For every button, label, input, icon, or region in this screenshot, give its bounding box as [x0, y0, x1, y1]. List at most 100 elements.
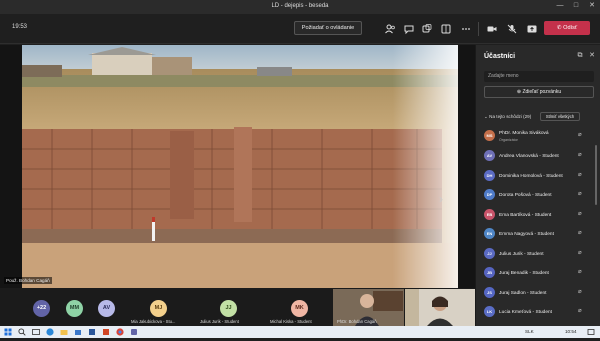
- leave-button[interactable]: ✆ Odísť: [544, 21, 590, 35]
- store-icon[interactable]: [73, 327, 83, 337]
- window-titlebar: LD - dejepis - beseda — □ ✕: [0, 0, 600, 14]
- shared-content-stage: › Použ. Bohdan Cagáň: [0, 45, 475, 288]
- avatar: DP: [484, 189, 495, 200]
- mic-off-icon[interactable]: ⌀: [578, 268, 582, 275]
- participant-name: Juraj Benadik - Student: [499, 271, 549, 276]
- avatar: DH: [484, 170, 495, 181]
- avatar[interactable]: MM: [66, 300, 83, 317]
- windows-start-icon[interactable]: [3, 327, 13, 337]
- share-invite-button[interactable]: ⊕ Zdieľať pozvánku: [484, 86, 594, 98]
- close-icon[interactable]: ✕: [588, 52, 596, 60]
- participant-role: Organizátor: [499, 138, 518, 142]
- system-clock[interactable]: 10:54: [565, 329, 577, 334]
- next-slide-arrow[interactable]: ›: [436, 191, 446, 207]
- mic-off-icon[interactable]: ⌀: [578, 307, 582, 314]
- avatar: JB: [484, 267, 495, 278]
- tile-name: PhDr. Bohdan Cagáň: [337, 319, 377, 324]
- powerpoint-icon[interactable]: [101, 327, 111, 337]
- list-item[interactable]: EN Emma Nagyová - Student ⌀: [476, 225, 594, 244]
- participant-name: Dorota Pošová - Student: [499, 193, 552, 198]
- list-item[interactable]: JS Juraj Sadlon - Student ⌀: [476, 284, 594, 303]
- participant-name: Julius Jurik - Student: [499, 252, 544, 257]
- list-item[interactable]: JJ Julius Jurik - Student ⌀: [476, 245, 594, 264]
- more-icon[interactable]: [460, 23, 472, 35]
- task-view-icon[interactable]: [31, 327, 41, 337]
- participant-name: Andrea Vlanovská - Student: [499, 154, 559, 159]
- tile-name: Michal Kiska - Student: [270, 319, 312, 324]
- file-explorer-icon[interactable]: [59, 327, 69, 337]
- overflow-count-badge[interactable]: +22: [33, 300, 50, 317]
- request-control-button[interactable]: Požiadať o ovládanie: [294, 21, 362, 35]
- presenter-video-tile[interactable]: PhDr. Bohdan Cagáň: [333, 289, 404, 326]
- participant-name: Dominika Homolová - Student: [499, 174, 563, 179]
- participant-list: MS PhDr. Monika Siváková Organizátor ⌀ A…: [476, 125, 594, 325]
- avatar: JS: [484, 287, 495, 298]
- presenter-label: Použ. Bohdan Cagáň: [4, 277, 52, 284]
- mic-off-icon[interactable]: ⌀: [578, 288, 582, 295]
- tile-name: Julius Jurik - Student: [200, 319, 239, 324]
- avatar[interactable]: JJ: [220, 300, 237, 317]
- panel-scrollbar[interactable]: [595, 145, 597, 205]
- notifications-icon[interactable]: [586, 327, 596, 337]
- close-window-button[interactable]: ✕: [588, 2, 596, 10]
- participant-name: Juraj Sadlon - Student: [499, 291, 547, 296]
- list-item[interactable]: EB Ema Bartíková - Student ⌀: [476, 206, 594, 225]
- maximize-button[interactable]: □: [572, 2, 580, 10]
- word-icon[interactable]: [87, 327, 97, 337]
- avatar[interactable]: MJ: [150, 300, 167, 317]
- chat-icon[interactable]: [403, 23, 415, 35]
- mic-off-icon[interactable]: ⌀: [578, 131, 582, 138]
- mute-all-button[interactable]: Stlmiť všetkých: [540, 112, 580, 121]
- search-icon[interactable]: [17, 327, 27, 337]
- share-icon[interactable]: [526, 23, 538, 35]
- mic-off-icon[interactable]: ⌀: [578, 249, 582, 256]
- window-title: LD - dejepis - beseda: [271, 3, 329, 9]
- participant-name: Ema Bartíková - Student: [499, 213, 552, 218]
- minimize-button[interactable]: —: [556, 2, 564, 10]
- mic-off-icon[interactable]: ⌀: [578, 190, 582, 197]
- participant-name: Lucia Kmeťová - Student: [499, 310, 552, 315]
- reactions-icon[interactable]: [421, 23, 433, 35]
- shared-slide-image: [22, 45, 458, 288]
- leave-label: Odísť: [563, 25, 578, 31]
- rooms-icon[interactable]: [440, 23, 452, 35]
- in-meeting-section-header[interactable]: ⌄ Na tejto schôdzi (29): [484, 114, 531, 120]
- meeting-timer: 19:53: [12, 24, 28, 30]
- avatar: EN: [484, 228, 495, 239]
- search-input[interactable]: Zadajte meno: [484, 71, 594, 82]
- meeting-toolbar: 19:53 Požiadať o ovládanie ✆ Odísť: [0, 14, 600, 44]
- camera-icon[interactable]: [486, 23, 498, 35]
- list-item[interactable]: DP Dorota Pošová - Student ⌀: [476, 186, 594, 205]
- list-item[interactable]: MS PhDr. Monika Siváková Organizátor ⌀: [476, 127, 594, 146]
- participant-name: Emma Nagyová - Student: [499, 232, 554, 237]
- avatar: EB: [484, 209, 495, 220]
- edge-icon[interactable]: [45, 327, 55, 337]
- avatar: JJ: [484, 248, 495, 259]
- panel-title: Účastníci: [484, 53, 516, 60]
- keyboard-language[interactable]: SLK: [525, 329, 534, 334]
- chrome-icon[interactable]: [115, 327, 125, 337]
- popout-icon[interactable]: ⧉: [576, 52, 584, 60]
- list-item[interactable]: JB Juraj Benadik - Student ⌀: [476, 264, 594, 283]
- avatar: MS: [484, 130, 495, 141]
- avatar[interactable]: MK: [291, 300, 308, 317]
- mic-off-icon[interactable]: ⌀: [578, 229, 582, 236]
- mic-off-icon[interactable]: ⌀: [578, 210, 582, 217]
- participants-icon[interactable]: [384, 23, 396, 35]
- mic-off-icon[interactable]: ⌀: [578, 171, 582, 178]
- teams-icon[interactable]: [129, 327, 139, 337]
- mic-off-icon[interactable]: ⌀: [578, 151, 582, 158]
- section-label: Na tejto schôdzi (29): [489, 114, 532, 119]
- share-invite-label: Zdieľať pozvánku: [522, 89, 562, 95]
- participants-panel: Účastníci ⧉ ✕ Zadajte meno ⊕ Zdieľať poz…: [475, 45, 600, 326]
- avatar: AV: [484, 150, 495, 161]
- list-item[interactable]: DH Dominika Homolová - Student ⌀: [476, 167, 594, 186]
- participant-video-tile[interactable]: [405, 289, 475, 326]
- list-item[interactable]: LK Lucia Kmeťová - Student ⌀: [476, 303, 594, 322]
- tile-name: Mia Jakubickova - Stu...: [131, 319, 176, 324]
- toolbar-divider: [478, 22, 479, 36]
- list-item[interactable]: AV Andrea Vlanovská - Student ⌀: [476, 147, 594, 166]
- participant-gallery: +22 MM AV MJ Mia Jakubickova - Stu... JJ…: [0, 288, 475, 326]
- avatar[interactable]: AV: [98, 300, 115, 317]
- mic-off-icon[interactable]: [506, 23, 518, 35]
